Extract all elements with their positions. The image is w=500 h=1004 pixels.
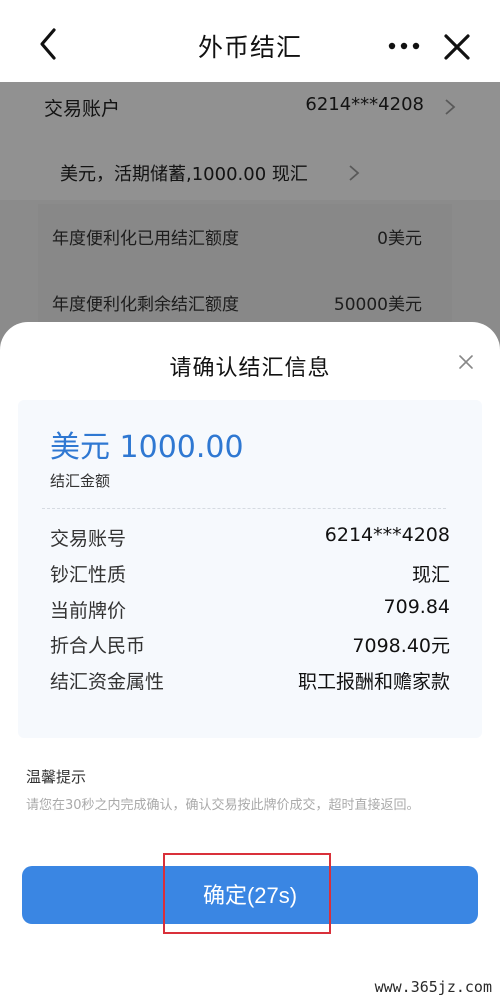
settlement-amount: 美元 1000.00 (50, 430, 244, 465)
detail-label: 钞汇性质 (50, 564, 127, 586)
detail-row: 交易账号 6214***4208 (50, 524, 450, 554)
detail-value: 7098.40元 (352, 635, 450, 657)
annotation-highlight-box (163, 853, 331, 934)
watermark: www.365jz.com (374, 978, 492, 996)
detail-row: 当前牌价 709.84 (50, 596, 450, 626)
detail-value: 职工报酬和赡家款 (297, 671, 450, 693)
detail-label: 折合人民币 (50, 635, 146, 657)
detail-value: 709.84 (383, 596, 450, 618)
tips-text: 请您在30秒之内完成确认，确认交易按此牌价成交，超时直接返回。 (26, 798, 420, 813)
dashed-divider (42, 508, 446, 509)
detail-row: 折合人民币 7098.40元 (50, 631, 450, 661)
detail-label: 结汇资金属性 (50, 671, 165, 693)
top-nav-bar: 外币结汇 (0, 0, 500, 82)
close-icon[interactable] (440, 30, 474, 64)
page-title: 外币结汇 (197, 33, 302, 62)
detail-label: 交易账号 (50, 528, 127, 550)
sheet-title: 请确认结汇信息 (169, 356, 331, 381)
detail-label: 当前牌价 (50, 600, 127, 622)
settlement-info-card: 美元 1000.00 结汇金额 交易账号 6214***4208 钞汇性质 现汇… (18, 400, 482, 738)
detail-row: 钞汇性质 现汇 (50, 560, 450, 590)
detail-value: 6214***4208 (324, 524, 450, 546)
confirm-sheet: 请确认结汇信息 美元 1000.00 结汇金额 交易账号 6214***4208… (0, 322, 500, 1004)
detail-value: 现汇 (411, 564, 450, 586)
tips-title: 温馨提示 (26, 768, 87, 786)
more-dots-icon[interactable] (384, 30, 424, 60)
settlement-amount-label: 结汇金额 (50, 472, 111, 490)
detail-row: 结汇资金属性 职工报酬和赡家款 (50, 667, 450, 697)
close-icon[interactable] (458, 354, 474, 370)
